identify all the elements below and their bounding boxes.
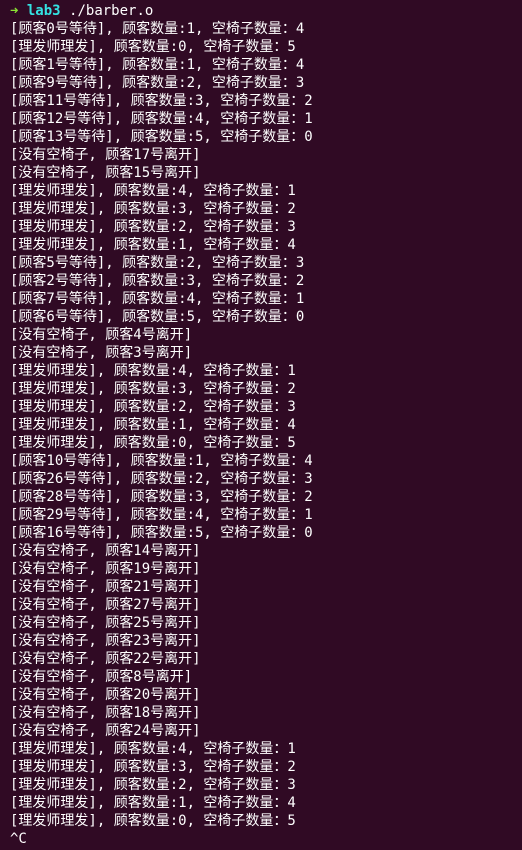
output-line: [没有空椅子, 顾客24号离开]	[10, 723, 201, 739]
output-line: [理发师理发], 顾客数量:1, 空椅子数量：4	[10, 237, 296, 253]
prompt-directory: lab3	[26, 3, 61, 19]
output-line: [顾客29号等待], 顾客数量:4, 空椅子数量：1	[10, 507, 313, 523]
output-line: [没有空椅子, 顾客4号离开]	[10, 327, 193, 343]
output-line: [没有空椅子, 顾客19号离开]	[10, 561, 201, 577]
output-line: [顾客12号等待], 顾客数量:4, 空椅子数量：1	[10, 111, 313, 127]
output-line: [没有空椅子, 顾客21号离开]	[10, 579, 201, 595]
prompt-command: ./barber.o	[69, 3, 154, 19]
output-line: [理发师理发], 顾客数量:0, 空椅子数量：5	[10, 435, 296, 451]
output-line: [没有空椅子, 顾客22号离开]	[10, 651, 201, 667]
output-line: [没有空椅子, 顾客25号离开]	[10, 615, 201, 631]
output-line: [没有空椅子, 顾客3号离开]	[10, 345, 193, 361]
output-line: [没有空椅子, 顾客15号离开]	[10, 165, 201, 181]
output-line: [顾客5号等待], 顾客数量:2, 空椅子数量：3	[10, 255, 305, 271]
output-line: [理发师理发], 顾客数量:2, 空椅子数量：3	[10, 399, 296, 415]
output-line: [顾客28号等待], 顾客数量:3, 空椅子数量：2	[10, 489, 313, 505]
output-line: [理发师理发], 顾客数量:2, 空椅子数量：3	[10, 777, 296, 793]
output-line: [顾客9号等待], 顾客数量:2, 空椅子数量：3	[10, 75, 305, 91]
prompt-line: ➜ lab3 ./barber.o	[10, 2, 522, 20]
output-line: [顾客7号等待], 顾客数量:4, 空椅子数量：1	[10, 291, 305, 307]
output-line: [顾客2号等待], 顾客数量:3, 空椅子数量：2	[10, 273, 305, 289]
output-line: [理发师理发], 顾客数量:4, 空椅子数量：1	[10, 741, 296, 757]
output-line: [顾客6号等待], 顾客数量:5, 空椅子数量：0	[10, 309, 305, 325]
output-line: [没有空椅子, 顾客17号离开]	[10, 147, 201, 163]
output-line: [顾客11号等待], 顾客数量:3, 空椅子数量：2	[10, 93, 313, 109]
output-line: [没有空椅子, 顾客14号离开]	[10, 543, 201, 559]
output-line: [顾客0号等待], 顾客数量:1, 空椅子数量：4	[10, 21, 305, 37]
output-line: [没有空椅子, 顾客18号离开]	[10, 705, 201, 721]
interrupt-line: ^C	[10, 831, 27, 847]
output-line: [顾客13号等待], 顾客数量:5, 空椅子数量：0	[10, 129, 313, 145]
output-line: [理发师理发], 顾客数量:1, 空椅子数量：4	[10, 795, 296, 811]
output-line: [理发师理发], 顾客数量:3, 空椅子数量：2	[10, 381, 296, 397]
output-line: [没有空椅子, 顾客8号离开]	[10, 669, 193, 685]
output-line: [理发师理发], 顾客数量:1, 空椅子数量：4	[10, 417, 296, 433]
output-line: [理发师理发], 顾客数量:4, 空椅子数量：1	[10, 363, 296, 379]
output-line: [没有空椅子, 顾客20号离开]	[10, 687, 201, 703]
output-line: [理发师理发], 顾客数量:3, 空椅子数量：2	[10, 759, 296, 775]
terminal-output: [顾客0号等待], 顾客数量:1, 空椅子数量：4 [理发师理发], 顾客数量:0…	[10, 20, 522, 848]
output-line: [顾客26号等待], 顾客数量:2, 空椅子数量：3	[10, 471, 313, 487]
terminal-window[interactable]: ➜ lab3 ./barber.o [顾客0号等待], 顾客数量:1, 空椅子数…	[0, 0, 522, 850]
output-line: [理发师理发], 顾客数量:0, 空椅子数量：5	[10, 39, 296, 55]
output-line: [理发师理发], 顾客数量:2, 空椅子数量：3	[10, 219, 296, 235]
output-line: [顾客16号等待], 顾客数量:5, 空椅子数量：0	[10, 525, 313, 541]
output-line: [顾客1号等待], 顾客数量:1, 空椅子数量：4	[10, 57, 305, 73]
output-line: [顾客10号等待], 顾客数量:1, 空椅子数量：4	[10, 453, 313, 469]
output-line: [没有空椅子, 顾客27号离开]	[10, 597, 201, 613]
output-line: [理发师理发], 顾客数量:0, 空椅子数量：5	[10, 813, 296, 829]
output-line: [没有空椅子, 顾客23号离开]	[10, 633, 201, 649]
output-line: [理发师理发], 顾客数量:4, 空椅子数量：1	[10, 183, 296, 199]
output-line: [理发师理发], 顾客数量:3, 空椅子数量：2	[10, 201, 296, 217]
